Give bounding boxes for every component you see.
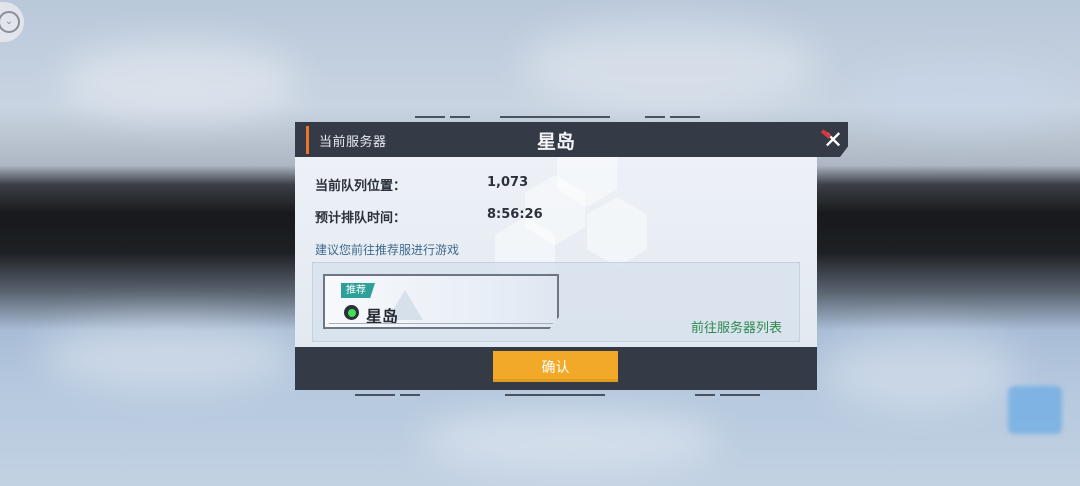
- card-underline: [329, 323, 553, 324]
- dialog-header: 当前服务器 星岛: [295, 122, 817, 157]
- corner-blurred-button[interactable]: [1008, 386, 1062, 434]
- close-button[interactable]: ✕: [816, 122, 848, 157]
- dialog-footer: 确认: [295, 347, 817, 390]
- dialog-body: 当前队列位置： 1,073 预计排队时间： 8:56:26 建议您前往推荐服进行…: [295, 157, 817, 347]
- recommended-server-panel: 推荐 星岛 前往服务器列表: [312, 262, 800, 342]
- queue-position-label: 当前队列位置：: [315, 179, 407, 194]
- confirm-button[interactable]: 确认: [493, 351, 618, 382]
- green-status-dot-icon: [344, 305, 359, 320]
- bg-cloud: [420, 410, 720, 470]
- decorative-hexagon: [587, 197, 647, 267]
- estimated-wait-label: 预计排队时间：: [315, 211, 407, 226]
- queue-position-value: 1,073: [487, 175, 529, 190]
- recommended-badge: 推荐: [341, 283, 375, 298]
- dialog-top-decoration: [295, 114, 817, 120]
- back-button[interactable]: ⌄: [0, 2, 24, 42]
- dialog-bottom-decoration: [295, 392, 817, 398]
- goto-server-list-link[interactable]: 前往服务器列表: [691, 317, 782, 336]
- queue-dialog: 当前服务器 星岛 ✕ 当前队列位置： 1,073 预计排队时间： 8:56:26…: [295, 116, 848, 396]
- back-chevron-icon: ⌄: [0, 11, 20, 33]
- current-server-name: 星岛: [536, 131, 575, 153]
- bg-cloud: [60, 40, 300, 120]
- recommended-server-card[interactable]: 推荐 星岛: [323, 274, 559, 329]
- bg-cloud: [520, 20, 820, 110]
- game-screen: ⌄ 当前服务器 星岛 ✕ 当前队列位置： 1,073 预计排队时间： 8:56:…: [0, 0, 1080, 486]
- bg-cloud: [860, 60, 1060, 130]
- estimated-wait-value: 8:56:26: [487, 207, 543, 222]
- suggestion-text: 建议您前往推荐服进行游戏: [315, 243, 460, 257]
- bg-cloud: [820, 330, 1020, 410]
- bg-cloud: [40, 320, 300, 390]
